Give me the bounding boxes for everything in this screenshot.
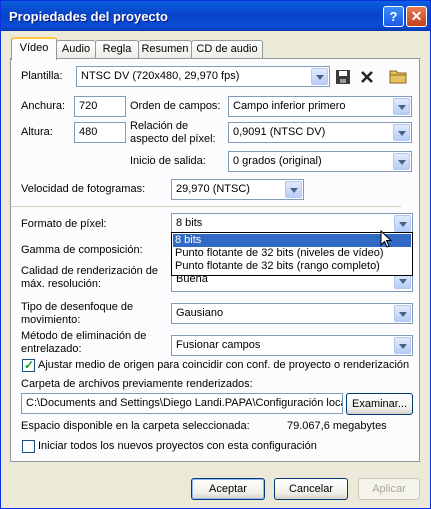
window-title: Propiedades del proyecto bbox=[9, 9, 168, 24]
pixel-format-option[interactable]: Punto flotante de 32 bits (rango complet… bbox=[173, 260, 411, 273]
tab-video[interactable]: Vídeo bbox=[11, 37, 57, 60]
template-select[interactable]: NTSC DV (720x480, 29,970 fps) bbox=[76, 66, 330, 87]
tab-audio-cd[interactable]: CD de audio bbox=[191, 40, 263, 59]
tab-summary[interactable]: Resumen bbox=[138, 40, 192, 59]
compositing-gamma-label: Gamma de composición: bbox=[21, 244, 143, 256]
template-value: NTSC DV (720x480, 29,970 fps) bbox=[81, 70, 240, 82]
mouse-cursor-icon bbox=[380, 230, 393, 248]
deinterlace-label: Método de eliminación de entrelazado: bbox=[21, 330, 147, 355]
frame-rate-value: 29,970 (NTSC) bbox=[176, 183, 250, 195]
chevron-down-icon bbox=[311, 68, 328, 85]
height-label: Altura: bbox=[21, 126, 53, 138]
width-field[interactable]: 720 bbox=[74, 96, 126, 117]
free-space-label: Espacio disponible en la carpeta selecci… bbox=[21, 420, 250, 432]
help-button[interactable]: ? bbox=[383, 6, 404, 27]
field-order-value: Campo inferior primero bbox=[233, 100, 346, 112]
tab-ruler[interactable]: Regla bbox=[95, 40, 139, 59]
pixel-aspect-label: Relación de aspecto del píxel: bbox=[130, 120, 216, 145]
pixel-format-value: 8 bits bbox=[176, 217, 203, 229]
section-divider bbox=[11, 206, 401, 207]
title-bar[interactable]: Propiedades del proyecto ? ✕ bbox=[1, 1, 430, 31]
motion-blur-label: Tipo de desenfoque de movimiento: bbox=[21, 301, 134, 326]
tab-audio[interactable]: Audio bbox=[56, 40, 96, 59]
output-start-label: Inicio de salida: bbox=[130, 155, 206, 167]
output-start-select[interactable]: 0 grados (original) bbox=[228, 151, 412, 172]
pixel-format-select[interactable]: 8 bits bbox=[171, 213, 413, 234]
chevron-down-icon bbox=[394, 305, 411, 322]
output-start-value: 0 grados (original) bbox=[233, 155, 322, 167]
deinterlace-value: Fusionar campos bbox=[176, 339, 261, 351]
pixel-format-option[interactable]: 8 bits bbox=[173, 234, 411, 247]
pixel-format-label: Formato de píxel: bbox=[21, 218, 107, 230]
close-button[interactable]: ✕ bbox=[406, 6, 427, 27]
close-icon: ✕ bbox=[410, 8, 423, 24]
field-order-label: Orden de campos: bbox=[130, 100, 221, 112]
frame-rate-select[interactable]: 29,970 (NTSC) bbox=[171, 179, 304, 200]
project-properties-dialog: Propiedades del proyecto ? ✕ Vídeo Audio… bbox=[0, 0, 431, 509]
chevron-down-icon bbox=[394, 337, 411, 354]
ok-button[interactable]: Aceptar bbox=[191, 478, 265, 500]
folder-icon[interactable] bbox=[389, 68, 407, 84]
width-label: Anchura: bbox=[21, 100, 66, 112]
field-order-select[interactable]: Campo inferior primero bbox=[228, 96, 412, 117]
browse-button[interactable]: Examinar... bbox=[346, 393, 413, 415]
adjust-source-label: Ajustar medio de origen para coincidir c… bbox=[38, 359, 410, 371]
save-icon[interactable] bbox=[335, 69, 351, 85]
deinterlace-select[interactable]: Fusionar campos bbox=[171, 335, 413, 356]
prerender-folder-field[interactable]: C:\Documents and Settings\Diego Landi.PA… bbox=[21, 393, 343, 414]
adjust-source-checkbox[interactable]: ✓ bbox=[22, 358, 35, 372]
chevron-down-icon bbox=[393, 153, 410, 170]
start-all-checkbox[interactable] bbox=[22, 440, 35, 453]
pixel-format-option[interactable]: Punto flotante de 32 bits (niveles de ví… bbox=[173, 247, 411, 260]
start-all-label: Iniciar todos los nuevos proyectos con e… bbox=[38, 440, 317, 452]
prerender-folder-label: Carpeta de archivos previamente renderiz… bbox=[21, 378, 253, 390]
chevron-down-icon bbox=[393, 98, 410, 115]
motion-blur-select[interactable]: Gausiano bbox=[171, 303, 413, 324]
apply-button[interactable]: Aplicar bbox=[358, 478, 420, 500]
chevron-down-icon bbox=[394, 215, 411, 232]
pixel-aspect-value: 0,9091 (NTSC DV) bbox=[233, 126, 326, 138]
height-field[interactable]: 480 bbox=[74, 122, 126, 143]
chevron-down-icon bbox=[285, 181, 302, 198]
pixel-aspect-select[interactable]: 0,9091 (NTSC DV) bbox=[228, 122, 412, 143]
render-quality-label: Calidad de renderización de máx. resoluc… bbox=[21, 265, 158, 290]
motion-blur-value: Gausiano bbox=[176, 307, 224, 319]
frame-rate-label: Velocidad de fotogramas: bbox=[21, 183, 146, 195]
cancel-button[interactable]: Cancelar bbox=[274, 478, 348, 500]
chevron-down-icon bbox=[393, 124, 410, 141]
pixel-format-dropdown: 8 bits Punto flotante de 32 bits (nivele… bbox=[171, 232, 413, 276]
help-icon: ? bbox=[389, 9, 398, 24]
checkmark-icon: ✓ bbox=[24, 358, 35, 372]
free-space-value: 79.067,6 megabytes bbox=[287, 420, 387, 432]
template-label: Plantilla: bbox=[21, 70, 63, 82]
delete-icon[interactable] bbox=[359, 69, 375, 85]
